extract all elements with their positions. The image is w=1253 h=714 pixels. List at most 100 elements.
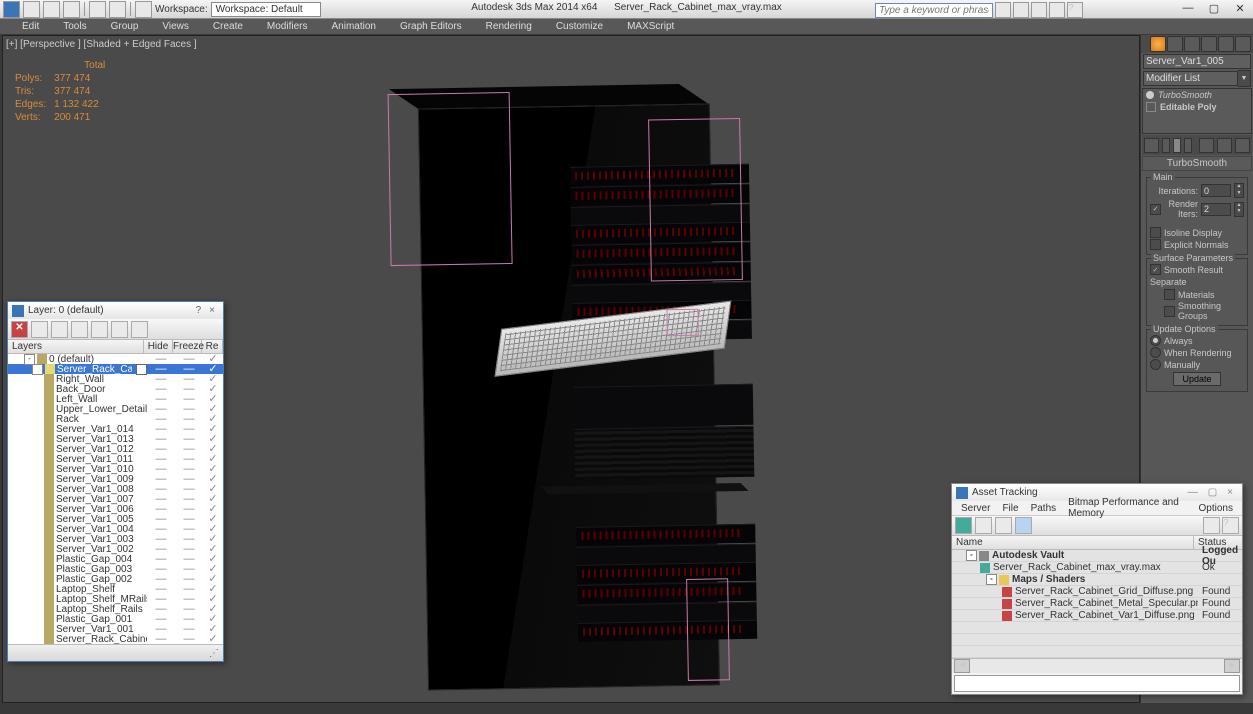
- motion-tab-icon[interactable]: [1201, 36, 1217, 52]
- layer-panel-titlebar[interactable]: Layer: 0 (default) ? ×: [8, 302, 223, 319]
- explicit-normals-checkbox[interactable]: [1150, 239, 1161, 250]
- create-tab-icon[interactable]: [1150, 36, 1166, 52]
- make-unique-icon[interactable]: [1217, 138, 1232, 153]
- remove-modifier-icon[interactable]: [1235, 138, 1250, 153]
- redo-icon[interactable]: [109, 1, 126, 18]
- maximize-icon[interactable]: ▢: [1203, 487, 1222, 498]
- refresh-icon[interactable]: [955, 517, 972, 534]
- utilities-tab-icon[interactable]: [1235, 36, 1251, 52]
- app-menu-icon[interactable]: [3, 1, 20, 18]
- help-icon[interactable]: ?: [192, 305, 206, 316]
- hierarchy-tab-icon[interactable]: [1184, 36, 1200, 52]
- save-icon[interactable]: [63, 1, 80, 18]
- menu-create[interactable]: Create: [201, 21, 255, 32]
- asset-row[interactable]: -Maps / Shaders: [952, 574, 1242, 586]
- asset-row[interactable]: Server_Rack_Cabinet_Metal_Specular.pngFo…: [952, 598, 1242, 610]
- delete-layer-icon[interactable]: [31, 321, 48, 338]
- status-icon[interactable]: [975, 517, 992, 534]
- menu-rendering[interactable]: Rendering: [474, 21, 544, 32]
- help-icon[interactable]: ?: [1067, 2, 1083, 18]
- col-render[interactable]: Re: [202, 340, 223, 353]
- manually-radio[interactable]: [1150, 359, 1161, 370]
- asset-menu-file[interactable]: File: [996, 503, 1024, 514]
- add-to-layer-icon[interactable]: [51, 321, 68, 338]
- expand-icon[interactable]: -: [986, 574, 997, 585]
- prefs-icon[interactable]: [1203, 517, 1220, 534]
- close-icon[interactable]: ×: [205, 305, 219, 316]
- modifier-list-dropdown[interactable]: [1143, 71, 1238, 86]
- checkbox-icon[interactable]: [1146, 102, 1156, 112]
- scroll-left-icon[interactable]: ◄: [954, 659, 970, 673]
- col-freeze[interactable]: Freeze: [173, 340, 202, 353]
- bulb-icon[interactable]: [1146, 91, 1154, 99]
- col-hide[interactable]: Hide: [144, 340, 173, 353]
- maximize-icon[interactable]: ▢: [1203, 1, 1225, 15]
- search-icon[interactable]: [995, 2, 1011, 18]
- render-iters-checkbox[interactable]: ✓: [1150, 204, 1161, 215]
- undo-icon[interactable]: [89, 1, 106, 18]
- exchange-icon[interactable]: [1031, 2, 1047, 18]
- update-button[interactable]: Update: [1173, 372, 1220, 386]
- hide-layer-icon[interactable]: [111, 321, 128, 338]
- menu-modifiers[interactable]: Modifiers: [255, 21, 320, 32]
- close-icon[interactable]: ✕: [1229, 1, 1251, 15]
- menu-edit[interactable]: Edit: [10, 21, 51, 32]
- link-icon[interactable]: [135, 1, 152, 18]
- menu-group[interactable]: Group: [99, 21, 151, 32]
- menu-animation[interactable]: Animation: [319, 21, 387, 32]
- smoothing-groups-checkbox[interactable]: [1164, 306, 1175, 317]
- minimize-icon[interactable]: —: [1177, 1, 1199, 15]
- open-icon[interactable]: [43, 1, 60, 18]
- col-name[interactable]: Name: [952, 536, 1194, 549]
- spinner-arrows-icon[interactable]: ▲▼: [1234, 183, 1244, 198]
- col-layers[interactable]: Layers: [8, 340, 144, 353]
- when-rendering-radio[interactable]: [1150, 347, 1161, 358]
- scroll-right-icon[interactable]: ►: [1224, 659, 1240, 673]
- subscription-icon[interactable]: [1013, 2, 1029, 18]
- viewport-label[interactable]: [+] [Perspective ] [Shaded + Edged Faces…: [6, 39, 197, 50]
- show-end-result-icon[interactable]: [1199, 138, 1214, 153]
- render-iters-spinner[interactable]: [1201, 203, 1231, 216]
- asset-row[interactable]: Server_Rack_Cabinet_max_vray.maxOk: [952, 562, 1242, 574]
- rollout-header[interactable]: TurboSmooth: [1142, 156, 1252, 171]
- new-icon[interactable]: [23, 1, 40, 18]
- menu-views[interactable]: Views: [150, 21, 201, 32]
- isoline-checkbox[interactable]: [1150, 227, 1161, 238]
- close-icon[interactable]: ×: [1222, 487, 1238, 498]
- favorite-icon[interactable]: [1049, 2, 1065, 18]
- menu-graph-editors[interactable]: Graph Editors: [388, 21, 474, 32]
- help-icon[interactable]: ?: [1222, 517, 1239, 534]
- menu-customize[interactable]: Customize: [544, 21, 615, 32]
- asset-row[interactable]: Server_Rack_Cabinet_Grid_Diffuse.pngFoun…: [952, 586, 1242, 598]
- asset-row[interactable]: Server_Rack_Cabinet_Var1_Diffuse.pngFoun…: [952, 610, 1242, 622]
- smooth-result-checkbox[interactable]: ✓: [1150, 264, 1161, 275]
- materials-checkbox[interactable]: [1164, 289, 1175, 300]
- always-radio[interactable]: [1150, 335, 1161, 346]
- scrollbar[interactable]: [970, 660, 1224, 672]
- layer-row[interactable]: Server_Rack_Cabinet——✓: [8, 634, 223, 644]
- list-icon[interactable]: [1015, 517, 1032, 534]
- new-layer-icon[interactable]: ✕: [11, 321, 28, 338]
- object-name-input[interactable]: [1143, 54, 1251, 69]
- modifier-stack[interactable]: TurboSmooth Editable Poly: [1142, 88, 1252, 134]
- expand-icon[interactable]: -: [32, 364, 43, 375]
- chevron-down-icon[interactable]: ▼: [1238, 70, 1251, 87]
- asset-menu-server[interactable]: Server: [955, 503, 996, 514]
- layer-resize-grip[interactable]: ⋰: [8, 644, 223, 661]
- display-tab-icon[interactable]: [1218, 36, 1234, 52]
- select-layer-icon[interactable]: [71, 321, 88, 338]
- asset-menu-options[interactable]: Options: [1193, 503, 1239, 514]
- menu-maxscript[interactable]: MAXScript: [615, 21, 686, 32]
- freeze-layer-icon[interactable]: [131, 321, 148, 338]
- expand-icon[interactable]: -: [966, 550, 977, 561]
- menu-tools[interactable]: Tools: [51, 21, 98, 32]
- search-input[interactable]: [875, 3, 993, 18]
- modify-tab-icon[interactable]: [1167, 36, 1183, 52]
- asset-status-input[interactable]: [954, 675, 1240, 692]
- highlight-layer-icon[interactable]: [91, 321, 108, 338]
- asset-row[interactable]: -Autodesk VaultLogged Ou: [952, 550, 1242, 562]
- spinner-arrows-icon[interactable]: ▲▼: [1234, 202, 1244, 217]
- asset-menu-bitmap-performance-and-memory[interactable]: Bitmap Performance and Memory: [1062, 497, 1192, 519]
- iterations-spinner[interactable]: [1201, 184, 1231, 197]
- tree-icon[interactable]: [995, 517, 1012, 534]
